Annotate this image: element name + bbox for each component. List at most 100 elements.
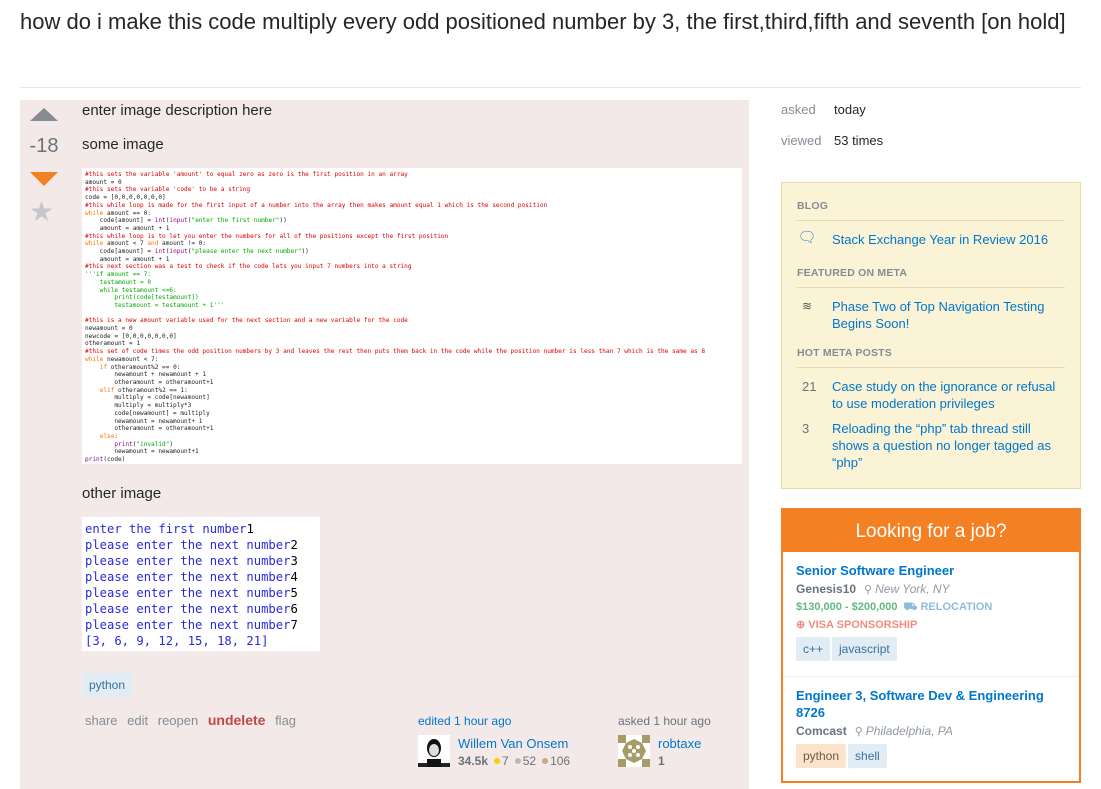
code-line: '''if amount == 7: [85,271,152,279]
flag-link[interactable]: flag [275,713,296,728]
output-line: please enter the next number4 [85,570,298,584]
job-title-link[interactable]: Engineer 3, Software Dev & Engineering 8… [796,687,1071,721]
asked-time: asked 1 hour ago [618,714,711,728]
code-line: otheramount = 1 [85,340,141,348]
code-line: #this set of code times the odd position… [85,348,706,356]
undelete-link[interactable]: undelete [208,712,266,728]
job-listing[interactable]: Senior Software Engineer Genesis10 ⚲ New Y… [796,562,1071,661]
gold-badge-count: 7 [502,754,509,768]
body-text-some-image: some image [82,136,164,153]
editor-rep-score: 34.5k [458,754,489,768]
question-post: -18 ★ enter image description here some … [20,100,749,789]
job-salary: $130,000 - $200,000 [796,601,898,613]
hot-meta-count: 3 [802,421,810,436]
code-screenshot-image: #this sets the variable 'amount' to equa… [82,168,742,464]
bronze-badge-icon [542,758,549,765]
jobs-heading[interactable]: Looking for a job? [783,510,1079,552]
body-text-other-image: other image [82,485,162,502]
code-line: testamount = 0 [85,278,152,286]
location-pin-icon: ⚲ [864,584,873,596]
divider [797,367,1065,368]
asked-label: asked [781,102,816,117]
job-location: Philadelphia, PA [865,724,953,738]
speech-bubble-icon: 🗨︎ [797,229,817,246]
owner-rep-score: 1 [658,754,665,768]
featured-item-link[interactable]: Phase Two of Top Navigation Testing Begi… [832,298,1067,332]
code-line: #this while loop is to let you enter the… [85,232,449,240]
code-line: #this while loop is made for the first i… [85,201,548,209]
code-line: code[amount] = int(input("please enter t… [85,248,309,256]
output-line: please enter the next number5 [85,586,298,600]
post-tags: python [82,673,133,697]
job-tag[interactable]: c++ [796,637,831,661]
job-tag[interactable]: javascript [832,637,897,661]
job-tag-required[interactable]: python [796,744,847,768]
edited-time-link[interactable]: edited 1 hour ago [418,714,608,728]
title-divider [20,87,1081,88]
owner-name-link[interactable]: robtaxe [658,736,701,751]
code-line: newamount + newamount + 1 [85,371,207,379]
hot-meta-link[interactable]: Case study on the ignorance or refusal t… [832,378,1067,412]
tag-python[interactable]: python [82,673,133,697]
job-tag[interactable]: shell [848,744,887,768]
blog-item-link[interactable]: Stack Exchange Year in Review 2016 [832,231,1067,248]
job-visa-text: VISA SPONSORSHIP [808,619,918,631]
owner-identicon-avatar[interactable] [618,735,650,767]
output-line: please enter the next number7 [85,618,298,632]
code-line: while amount == 0: [85,209,152,217]
code-line: print(code) [85,456,126,464]
stack-exchange-logo-icon: ≋ [801,299,813,313]
vote-count: -18 [29,135,59,157]
code-line: code[amount] = int(input("enter the firs… [85,217,287,225]
viewed-label: viewed [781,133,822,148]
job-company: Comcast [796,724,847,738]
featured-heading: FEATURED ON META [797,267,908,279]
viewed-value: 53 times [834,133,884,148]
output-line: please enter the next number3 [85,554,298,568]
job-title-link[interactable]: Senior Software Engineer [796,562,1071,579]
job-visa: ⊕ VISA SPONSORSHIP [796,618,1071,631]
code-line: code[newamount] = multiply [85,409,210,417]
location-pin-icon: ⚲ [854,726,863,738]
edit-link[interactable]: edit [127,713,148,728]
code-line: print(code[testamount]) [85,294,199,302]
code-line: otheramount = otheramount+1 [85,425,214,433]
reopen-link[interactable]: reopen [158,713,198,728]
code-line: newcode = [0,0,0,0,0,0,0] [85,332,177,340]
gold-badge-icon [494,758,501,765]
code-line: while amount < 7 and amount != 0: [85,240,207,248]
code-line: print("invalid") [114,440,174,448]
truck-icon: ⛟ [903,601,921,613]
bronze-badge-count: 106 [550,754,571,768]
output-line: enter the first number1 [85,522,254,536]
code-line: amount = amount + 1 [85,224,170,232]
job-location: New York, NY [875,582,950,596]
code-line: else: [99,432,119,440]
vote-up-arrow-icon[interactable] [30,108,58,121]
editor-name-link[interactable]: Willem Van Onsem [458,736,568,751]
code-line: multiply = code[newamount] [85,394,210,402]
favorite-star-icon[interactable]: ★ [29,198,54,226]
output-line: please enter the next number2 [85,538,298,552]
output-line: [3, 6, 9, 12, 15, 18, 21] [85,634,269,648]
post-menu: share edit reopen undelete flag [85,712,302,728]
code-line: newamount = 0 [85,325,133,333]
code-line: #this is a new amount variable used for … [85,317,408,325]
job-company-location: Genesis10 ⚲ New York, NY [796,582,1071,596]
divider [797,287,1065,288]
silver-badge-count: 52 [522,754,537,768]
editor-avatar[interactable] [418,735,450,767]
editor-reputation: 34.5k 7 52 106 [458,754,570,768]
output-screenshot-image: enter the first number1 please enter the … [82,517,320,651]
job-divider [783,676,1079,677]
share-link[interactable]: share [85,713,118,728]
code-line: newamount = newamount+ 1 [85,417,203,425]
code-line: #this sets the variable 'amount' to equa… [85,171,408,178]
job-listing[interactable]: Engineer 3, Software Dev & Engineering 8… [796,687,1071,768]
vote-down-arrow-icon[interactable] [30,172,58,186]
question-title[interactable]: how do i make this code multiply every o… [20,6,1090,38]
hot-meta-link[interactable]: Reloading the “php” tab thread still sho… [832,420,1067,471]
code-line: amount = 0 [85,178,122,186]
job-tags: python shell [796,744,1071,768]
editor-signature: edited 1 hour ago Willem Van Onsem 34.5k… [418,714,608,768]
